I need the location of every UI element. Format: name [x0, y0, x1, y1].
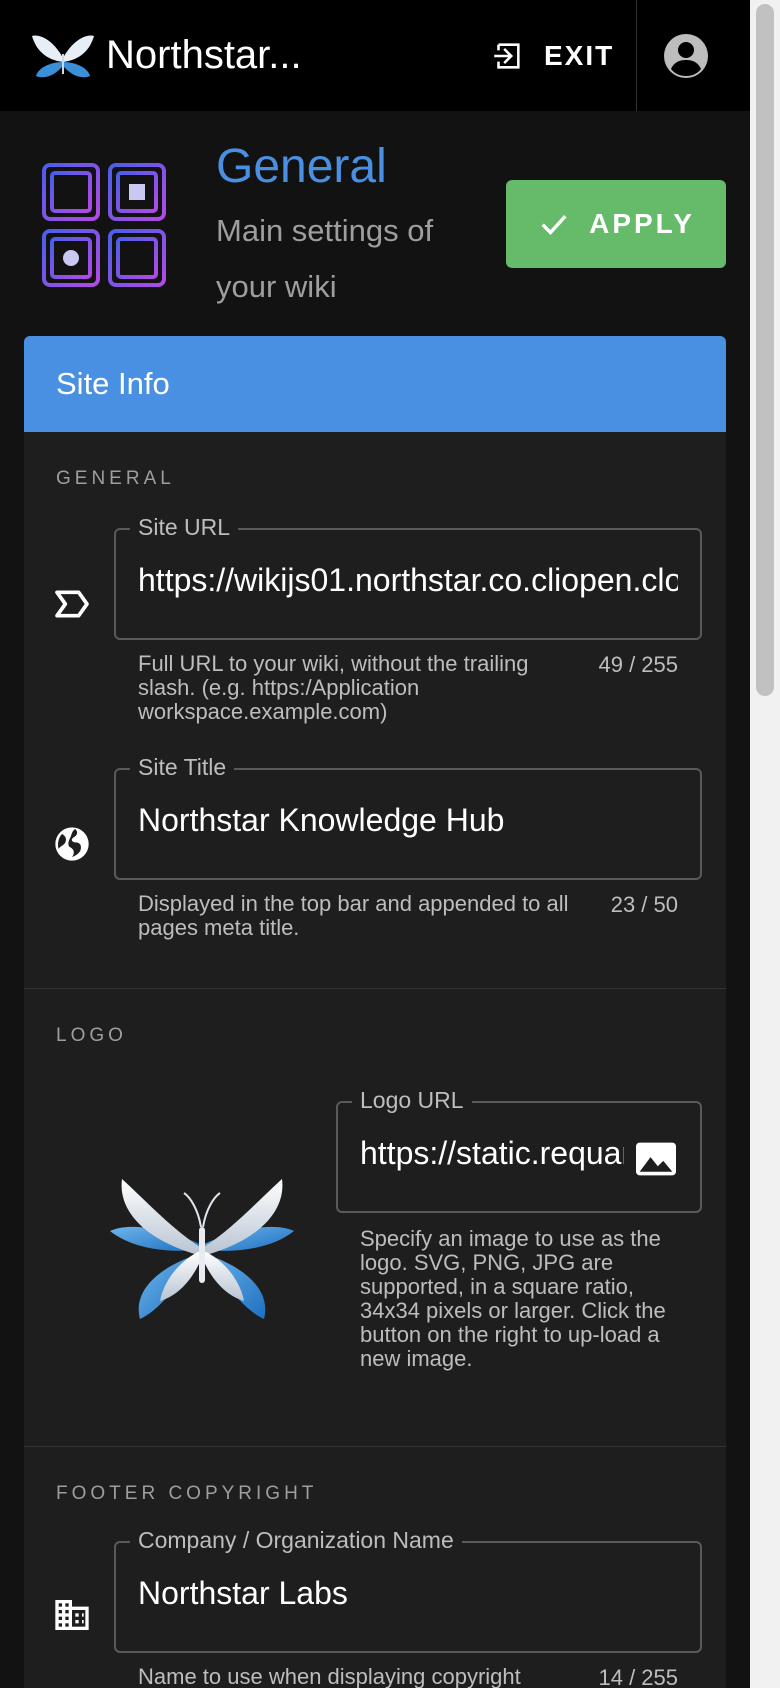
- general-section: GENERAL Site URL Full URL to your wiki, …: [24, 432, 726, 989]
- site-info-card: Site Info GENERAL Site URL Full URL to y…: [24, 336, 726, 1688]
- company-name-hint: Name to use when displaying copyright: [138, 1664, 521, 1688]
- company-name-label: Company / Organization Name: [130, 1527, 462, 1554]
- company-name-input[interactable]: [138, 1575, 678, 1612]
- logo-section: LOGO Logo URL https://static.requarks.io…: [24, 989, 726, 1447]
- globe-icon: [55, 827, 89, 861]
- logo-preview: [110, 1179, 294, 1319]
- apply-button[interactable]: APPLY: [506, 180, 726, 268]
- logo-url-hint: Specify an image to use as the logo. SVG…: [360, 1226, 666, 1371]
- site-url-field[interactable]: Site URL: [114, 514, 702, 640]
- site-title-field[interactable]: Site Title: [114, 754, 702, 880]
- company-name-field[interactable]: Company / Organization Name: [114, 1527, 702, 1653]
- exit-button[interactable]: EXIT: [480, 30, 624, 82]
- account-circle-icon[interactable]: [662, 32, 710, 80]
- site-title-hint: Displayed in the top bar and appended to…: [138, 891, 569, 940]
- site-url-label: Site URL: [130, 514, 239, 541]
- topbar-divider: [636, 0, 637, 111]
- image-icon[interactable]: [634, 1139, 678, 1179]
- section-label-footer: FOOTER COPYRIGHT: [56, 1483, 318, 1504]
- logo-url-input[interactable]: [360, 1135, 624, 1172]
- settings-grid-icon: [42, 163, 166, 287]
- exit-label: EXIT: [544, 40, 615, 71]
- page-header: General Main settings of your wiki APPLY: [0, 111, 750, 336]
- building-icon: [55, 1600, 89, 1630]
- apply-label: APPLY: [589, 208, 695, 239]
- logo-url-field[interactable]: Logo URL: [336, 1087, 702, 1213]
- exit-icon: [494, 43, 520, 69]
- brand[interactable]: Northstar...: [30, 28, 302, 84]
- footer-copyright-section: FOOTER COPYRIGHT Company / Organization …: [24, 1447, 726, 1688]
- page-subtitle: Main settings of your wiki: [216, 213, 434, 304]
- scrollbar-thumb[interactable]: [756, 4, 774, 696]
- url-arrow-icon: [55, 590, 89, 618]
- card-title: Site Info: [24, 336, 726, 432]
- company-name-counter: 14 / 255: [598, 1665, 678, 1688]
- site-url-input[interactable]: [138, 562, 678, 599]
- site-title-input[interactable]: [138, 802, 678, 839]
- site-url-hint: Full URL to your wiki, without the trail…: [138, 651, 529, 724]
- top-bar: Northstar... EXIT: [0, 0, 750, 111]
- check-icon: [541, 215, 567, 235]
- butterfly-logo-icon: [32, 35, 94, 77]
- site-title-counter: 23 / 50: [610, 892, 678, 917]
- section-label-general: GENERAL: [56, 468, 175, 489]
- logo-url-label: Logo URL: [352, 1087, 472, 1114]
- page-title: General: [216, 140, 387, 193]
- site-title-label: Site Title: [130, 754, 235, 781]
- section-label-logo: LOGO: [56, 1025, 127, 1046]
- app-title: Northstar...: [106, 33, 302, 77]
- site-url-counter: 49 / 255: [598, 652, 678, 677]
